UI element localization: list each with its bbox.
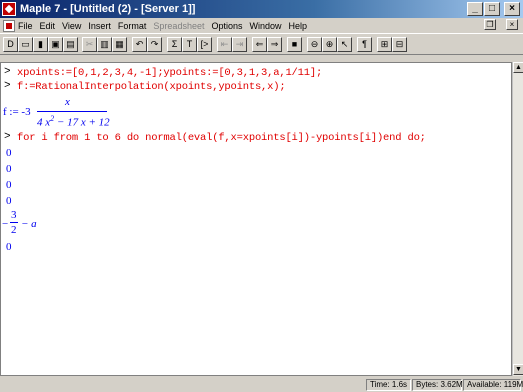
command-1[interactable]: xpoints:=[0,1,2,3,4,-1];ypoints:=[0,3,1,… [17,67,322,79]
paste-icon[interactable]: ▦ [112,37,127,52]
save-icon[interactable]: ▮ [33,37,48,52]
command-2[interactable]: f:=RationalInterpolation(xpoints,ypoints… [17,81,286,93]
scroll-down-icon[interactable]: ▼ [513,364,523,375]
menu-window[interactable]: Window [250,21,282,31]
preview-icon[interactable]: ▤ [63,37,78,52]
back-icon[interactable]: ⇐ [252,37,267,52]
menu-file[interactable]: File [18,21,33,31]
output-5-fraction-bar [10,222,18,223]
scroll-up-icon[interactable]: ▲ [513,62,523,73]
pointer-icon[interactable]: ↖ [337,37,352,52]
paragraph-icon[interactable]: ¶ [357,37,372,52]
output-6: 0 [6,241,12,253]
window-title: Maple 7 - [Untitled (2) - [Server 1]] [20,3,196,15]
doc-close-button[interactable]: × [506,19,518,30]
toolbar: D ▭ ▮ ▣ ▤ ✂ ▥ ▦ ↶ ↷ Σ T [> ⇤ ⇥ ⇐ ⇒ ■ ⊖ ⊕… [0,33,523,55]
copy-icon[interactable]: ▥ [97,37,112,52]
maximize-button[interactable]: □ [484,2,500,16]
new-icon[interactable]: D [3,37,18,52]
output-4: 0 [6,195,12,207]
output-5-denominator: 2 [11,224,17,236]
print-icon[interactable]: ▣ [48,37,63,52]
output-1: 0 [6,147,12,159]
menu-help[interactable]: Help [289,21,308,31]
open-icon[interactable]: ▭ [18,37,33,52]
menu-edit[interactable]: Edit [40,21,56,31]
menu-format[interactable]: Format [118,21,147,31]
insert-prompt-icon[interactable]: [> [197,37,212,52]
title-bar: Maple 7 - [Untitled (2) - [Server 1]] _ … [0,0,523,18]
minimize-button[interactable]: _ [467,2,483,16]
outdent-icon[interactable]: ⇤ [217,37,232,52]
result-numerator: x [65,96,70,108]
math-input-icon[interactable]: Σ [167,37,182,52]
zoom-out-icon[interactable]: ⊖ [307,37,322,52]
output-2: 0 [6,163,12,175]
menu-options[interactable]: Options [211,21,242,31]
vertical-scrollbar[interactable]: ▲ ▼ [512,62,523,376]
prompt-3: > [4,131,11,143]
output-3: 0 [6,179,12,191]
forward-icon[interactable]: ⇒ [267,37,282,52]
cut-icon[interactable]: ✂ [82,37,97,52]
expand-section-icon[interactable]: ⊞ [377,37,392,52]
output-5-numerator: 3 [11,209,17,221]
output-5-tail: − a [21,218,37,230]
result-lhs: f := -3 [3,106,31,118]
status-time: Time: 1.6s [366,379,411,391]
close-button[interactable]: × [504,2,520,16]
menu-bar: File Edit View Insert Format Spreadsheet… [0,18,523,33]
document-icon[interactable] [3,19,15,32]
command-3[interactable]: for i from 1 to 6 do normal(eval(f,x=xpo… [17,132,426,144]
status-available: Available: 119M [463,379,523,391]
status-bytes: Bytes: 3.62M [412,379,463,391]
doc-restore-button[interactable]: ❐ [484,19,496,30]
output-5-sign: − [2,218,9,230]
prompt-1: > [4,66,11,78]
indent-icon[interactable]: ⇥ [232,37,247,52]
zoom-in-icon[interactable]: ⊕ [322,37,337,52]
collapse-section-icon[interactable]: ⊟ [392,37,407,52]
menu-insert[interactable]: Insert [88,21,111,31]
fraction-bar [37,111,107,112]
worksheet[interactable]: > xpoints:=[0,1,2,3,4,-1];ypoints:=[0,3,… [0,62,512,376]
result-denominator: 4 x2 − 17 x + 12 [37,114,110,129]
maple-window: Maple 7 - [Untitled (2) - [Server 1]] _ … [0,0,523,392]
maple-logo-icon[interactable] [2,2,16,16]
stop-icon[interactable]: ■ [287,37,302,52]
redo-icon[interactable]: ↷ [147,37,162,52]
prompt-2: > [4,80,11,92]
text-input-icon[interactable]: T [182,37,197,52]
undo-icon[interactable]: ↶ [132,37,147,52]
menu-spreadsheet[interactable]: Spreadsheet [153,21,204,31]
status-bar: Time: 1.6s Bytes: 3.62M Available: 119M [0,378,523,392]
menu-view[interactable]: View [62,21,81,31]
